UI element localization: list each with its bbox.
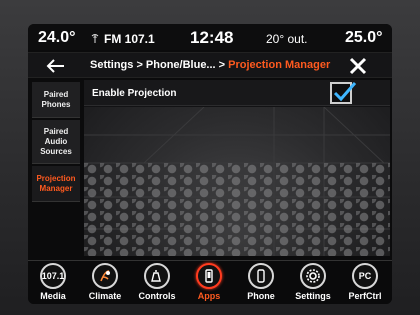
clock: 12:48: [190, 28, 234, 47]
breadcrumb: Settings > Phone/Blue... > Projection Ma…: [90, 59, 330, 71]
close-button[interactable]: [344, 54, 372, 78]
dock-label: Apps: [197, 291, 221, 301]
apps-icon: [196, 263, 222, 289]
sidebar-item-paired-phones[interactable]: Paired Phones: [32, 82, 80, 118]
enable-projection-checkbox[interactable]: [330, 82, 357, 104]
sidebar-item-projection-manager[interactable]: Projection Manager: [32, 166, 80, 202]
sidebar-item-label: Paired Audio Sources: [40, 126, 72, 156]
phone-icon: [248, 263, 274, 289]
settings-content: Enable Projection: [84, 80, 390, 256]
enable-projection-row[interactable]: Enable Projection: [84, 80, 390, 106]
dock-controls[interactable]: Controls: [132, 263, 182, 304]
dock-label: Phone: [247, 291, 275, 301]
dock-media[interactable]: 107.1 Media: [28, 263, 78, 304]
bottom-dock: 107.1 Media Climate Controls Apps Phone …: [28, 260, 392, 304]
settings-header: Settings > Phone/Blue... > Projection Ma…: [28, 52, 392, 78]
breadcrumb-active: Projection Manager: [228, 59, 331, 71]
dock-settings[interactable]: Settings: [288, 263, 338, 304]
driver-temp[interactable]: 24.0°: [38, 29, 76, 47]
dock-perfctrl[interactable]: PC PerfCtrl: [340, 263, 390, 304]
dock-label: Media: [40, 291, 66, 301]
enable-projection-label: Enable Projection: [92, 88, 177, 99]
radio-station[interactable]: FM 107.1: [90, 32, 155, 46]
background-wallpaper: [84, 107, 390, 256]
passenger-temp[interactable]: 25.0°: [345, 29, 383, 47]
back-button[interactable]: [38, 54, 74, 78]
settings-sidebar: Paired Phones Paired Audio Sources Proje…: [32, 82, 82, 254]
outside-temp: 20° out.: [266, 32, 308, 46]
sidebar-item-label: Paired Phones: [41, 89, 71, 109]
infotainment-screen: 24.0° FM 107.1 12:48 20° out. 25.0° Sett…: [28, 24, 392, 304]
dock-label: Controls: [138, 291, 176, 301]
sidebar-item-paired-audio-sources[interactable]: Paired Audio Sources: [32, 120, 80, 164]
status-bar: 24.0° FM 107.1 12:48 20° out. 25.0°: [28, 24, 392, 50]
close-icon: [349, 57, 367, 75]
gear-icon: [300, 263, 326, 289]
sidebar-item-label: Projection Manager: [36, 173, 76, 193]
checkmark-icon: [333, 82, 357, 102]
controls-icon: [144, 263, 170, 289]
dock-label: PerfCtrl: [348, 291, 382, 301]
perf-control-icon: PC: [352, 263, 378, 289]
dock-label: Settings: [295, 291, 331, 301]
dock-phone[interactable]: Phone: [236, 263, 286, 304]
antenna-icon: [90, 33, 100, 46]
dock-label: Climate: [88, 291, 122, 301]
dock-climate[interactable]: Climate: [80, 263, 130, 304]
media-icon: 107.1: [40, 263, 66, 289]
radio-station-label: FM 107.1: [104, 32, 155, 46]
breadcrumb-path[interactable]: Settings > Phone/Blue... >: [90, 59, 228, 71]
back-arrow-icon: [46, 59, 64, 73]
climate-icon: [92, 263, 118, 289]
dock-apps[interactable]: Apps: [184, 263, 234, 304]
hex-floor-pattern: [84, 163, 390, 256]
